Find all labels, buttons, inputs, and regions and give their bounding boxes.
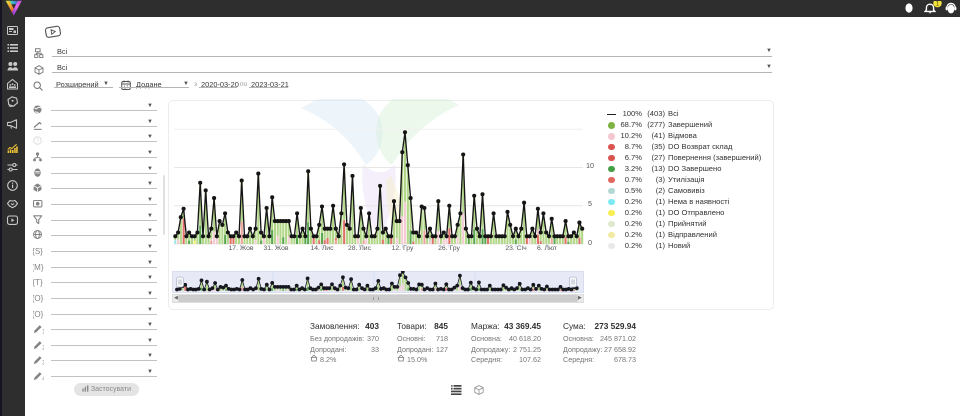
svg-text:1: 1 [42, 330, 44, 335]
svg-text:{O}: {O} [33, 309, 44, 318]
svg-text:1: 1 [936, 1, 940, 8]
svg-text:{O}: {O} [33, 294, 44, 303]
svg-text:3: 3 [42, 361, 44, 366]
svg-text:2: 2 [42, 345, 44, 350]
svg-text:{T}: {T} [33, 278, 43, 287]
svg-text:{S}: {S} [33, 247, 43, 256]
svg-text:{M}: {M} [33, 262, 44, 271]
svg-text:4: 4 [42, 377, 44, 382]
